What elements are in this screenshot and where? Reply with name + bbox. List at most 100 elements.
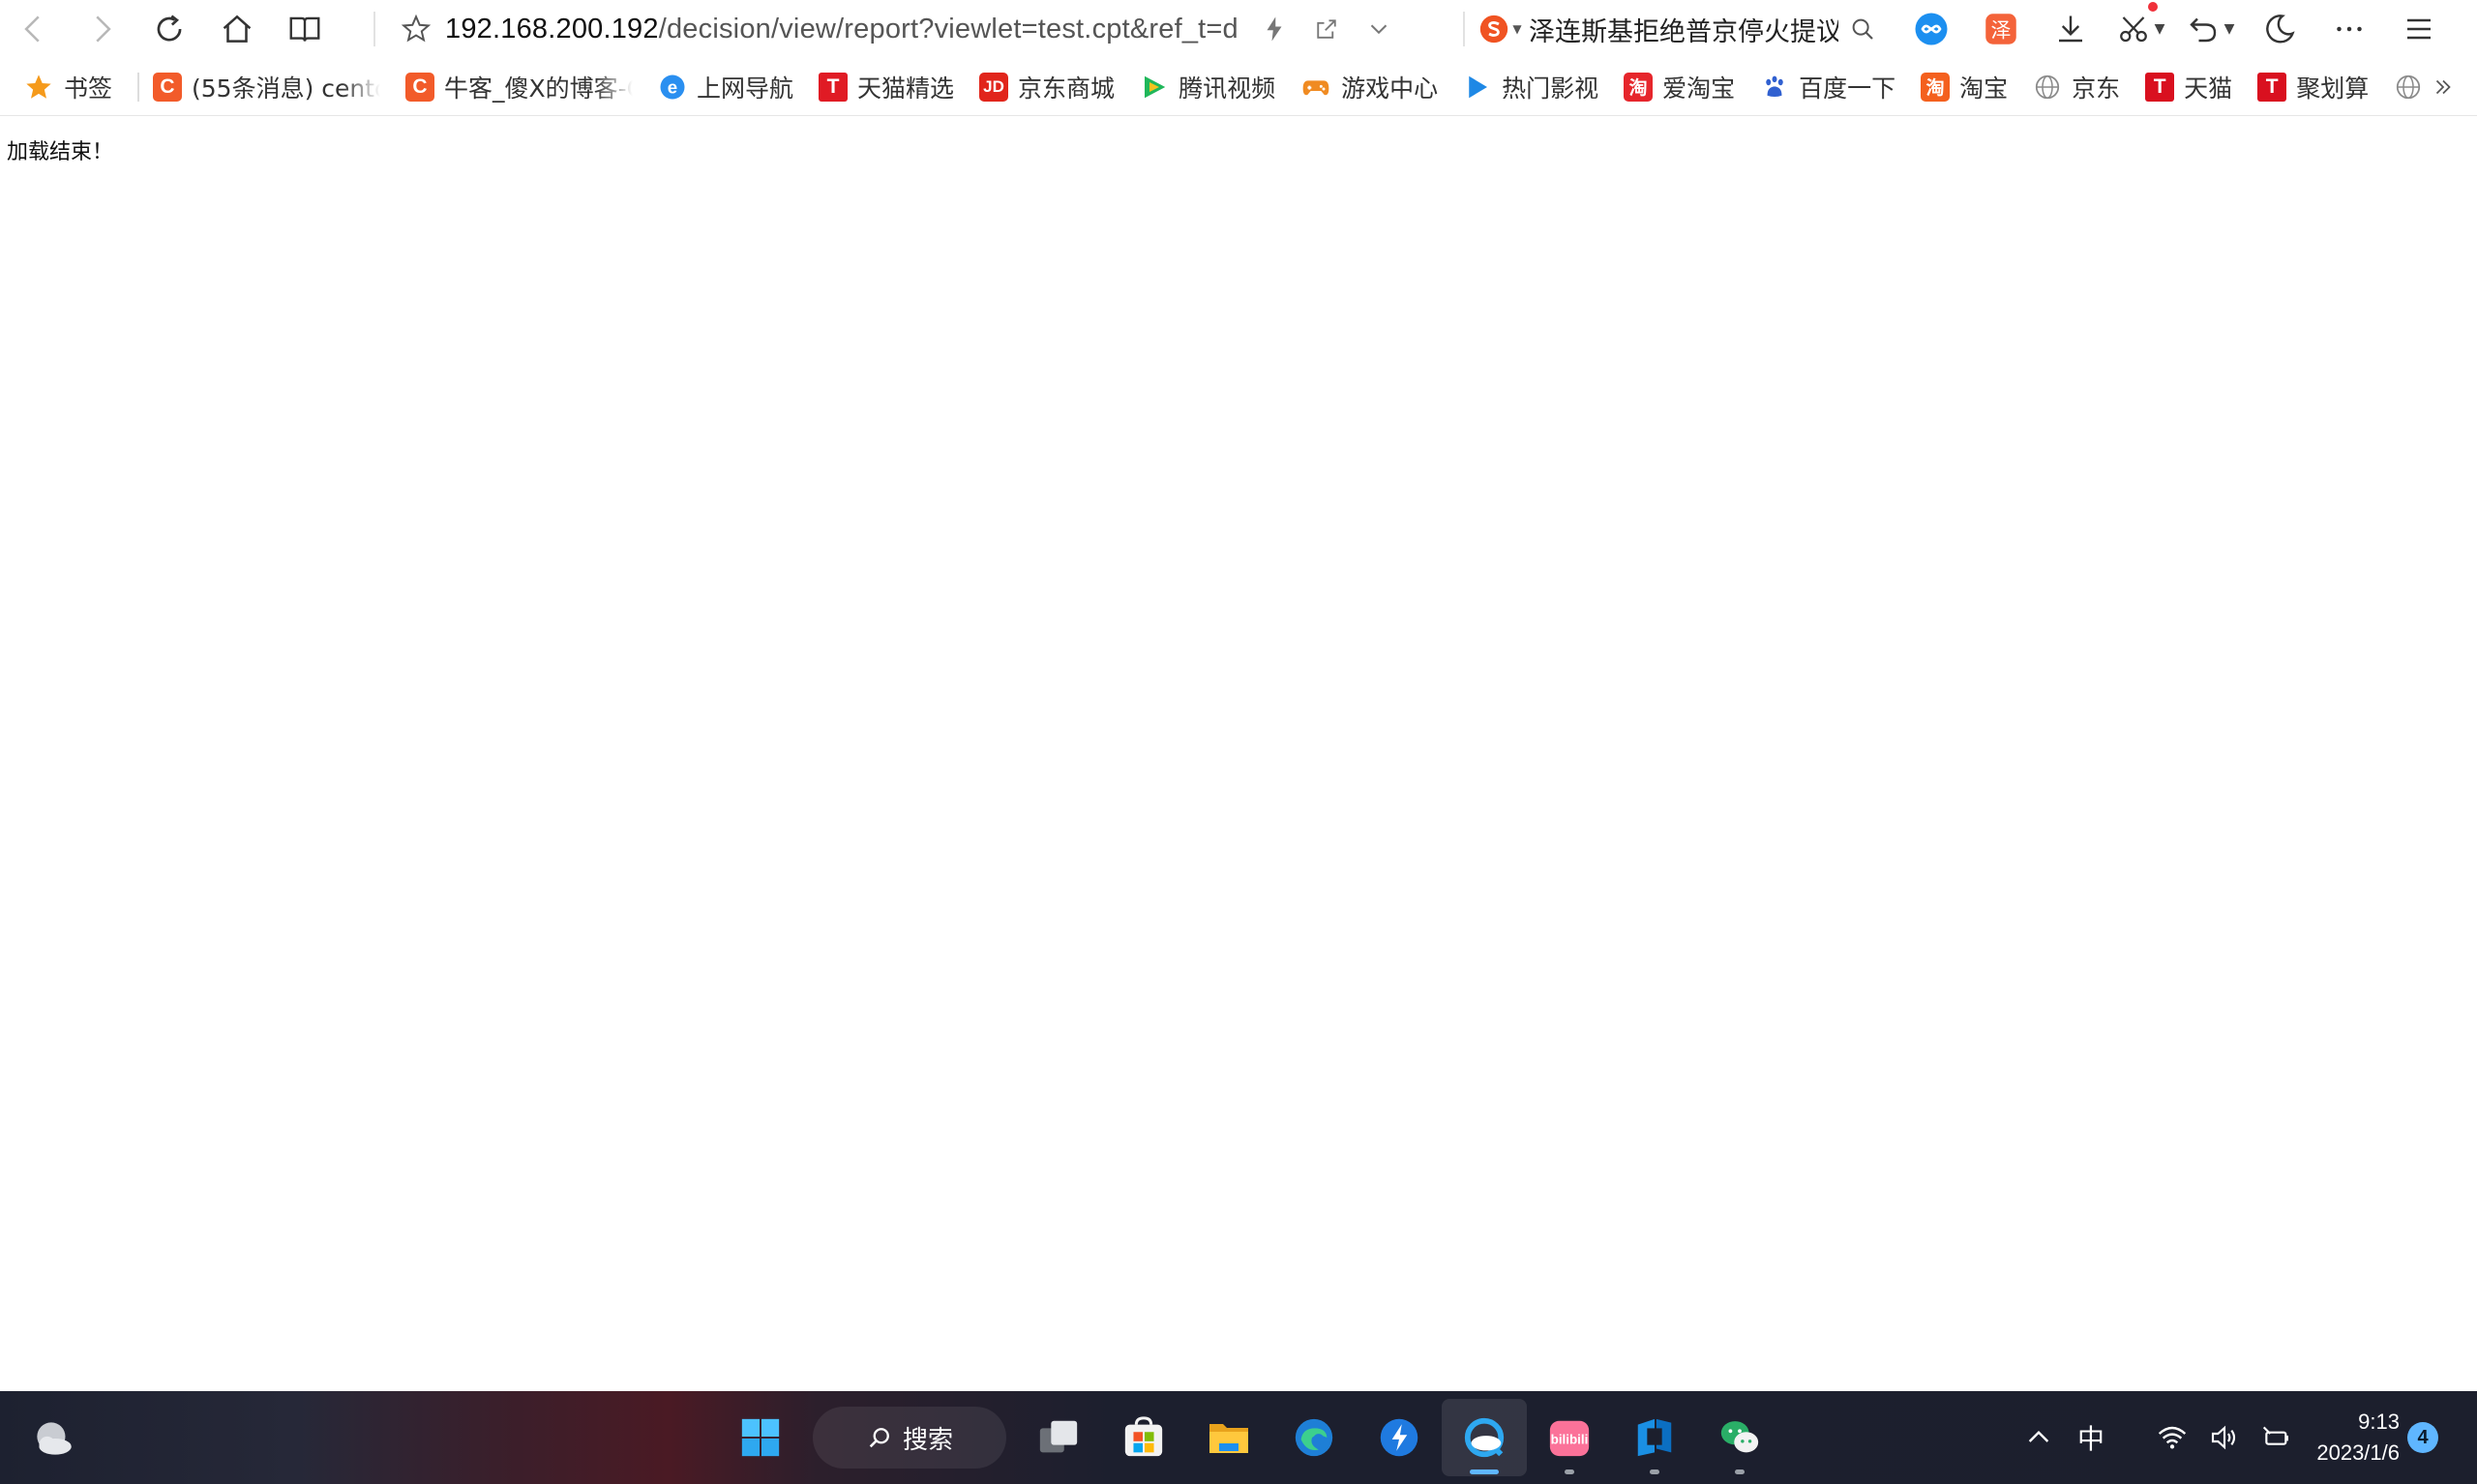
store-button[interactable] xyxy=(1101,1391,1186,1484)
infinity-icon xyxy=(1915,13,1948,45)
reload-button[interactable] xyxy=(135,0,203,58)
caret-icon: ▼ xyxy=(2223,21,2235,37)
bookmark-label: 京东商城 xyxy=(1018,74,1116,103)
csdn-icon: C xyxy=(153,72,183,102)
bookmark-item[interactable]: C 牛客_傻X的博客-C xyxy=(405,58,633,116)
browser-button[interactable] xyxy=(1442,1399,1527,1476)
csdn-icon: C xyxy=(405,72,435,102)
clock[interactable]: 9:13 2023/1/6 xyxy=(2283,1407,2400,1469)
bookmarks-bar: 书签 C (55条消息) centos C 牛客_傻X的博客-C e 上网导航 … xyxy=(0,58,2477,116)
running-indicator xyxy=(1650,1469,1659,1474)
app-icon xyxy=(1637,1418,1672,1457)
bookmark-star-button[interactable] xyxy=(387,13,445,45)
night-mode-button[interactable] xyxy=(2245,0,2314,58)
windows-start-icon xyxy=(741,1418,780,1457)
ie-icon: e xyxy=(660,74,685,99)
bookmark-item[interactable]: 热门影视 xyxy=(1463,58,1598,116)
bookmark-label: 书签 xyxy=(64,74,113,103)
toolbar-right: 泽 ▼ ▼ xyxy=(1896,0,2454,58)
taobao-icon: 淘 xyxy=(1921,72,1951,102)
start-button[interactable] xyxy=(718,1391,803,1484)
search-engine-selector[interactable]: ▼ xyxy=(1471,13,1529,45)
bookmark-label: 上网导航 xyxy=(697,74,794,103)
bookmark-label: (55条消息) centos xyxy=(192,74,380,103)
edge-icon xyxy=(1295,1418,1333,1457)
feishu-button[interactable] xyxy=(1357,1391,1442,1484)
wechat-icon xyxy=(1720,1421,1759,1453)
file-explorer-button[interactable] xyxy=(1186,1391,1271,1484)
forward-button[interactable] xyxy=(68,0,135,58)
scissors-icon xyxy=(2119,16,2147,43)
bookmark-label: 淘宝 xyxy=(1959,74,2009,103)
show-hidden-icons-button[interactable] xyxy=(2013,1391,2065,1484)
lightning-icon xyxy=(1267,16,1282,42)
undo-icon xyxy=(2189,17,2216,43)
bookmark-item[interactable]: JD 京东商城 xyxy=(979,58,1115,116)
bookmark-label: 爱淘宝 xyxy=(1662,74,1736,103)
chevron-left-icon xyxy=(24,15,40,43)
toolbar-divider xyxy=(1463,12,1465,46)
reader-button[interactable] xyxy=(271,0,339,58)
bookmark-label: 热门影视 xyxy=(1502,74,1599,103)
sogou-icon xyxy=(1480,15,1508,44)
wechat-button[interactable] xyxy=(1697,1391,1782,1484)
edge-button[interactable] xyxy=(1271,1391,1357,1484)
search-input[interactable]: 泽连斯基拒绝普京停火提议 xyxy=(1529,11,1838,48)
screenshot-button[interactable]: ▼ xyxy=(2105,0,2175,58)
clock-date: 2023/1/6 xyxy=(2316,1440,2400,1465)
back-button[interactable] xyxy=(0,0,68,58)
bookmark-item[interactable]: C (55条消息) centos xyxy=(153,58,380,116)
task-view-button[interactable] xyxy=(1016,1391,1101,1484)
bookmark-item[interactable]: T 天猫精选 xyxy=(819,58,954,116)
search-icon xyxy=(1852,18,1873,40)
weather-widget[interactable] xyxy=(29,1414,77,1463)
address-bar[interactable]: 192.168.200.192/decision/view/report?vie… xyxy=(387,0,1461,58)
taskbar: 搜索 bilibili 中 9:13 2023/1/6 4 xyxy=(0,1391,2477,1484)
system-tray: 中 xyxy=(2013,1391,2303,1484)
undo-button[interactable]: ▼ xyxy=(2175,0,2245,58)
speed-mode-button[interactable] xyxy=(1248,15,1300,44)
search-button[interactable] xyxy=(1838,15,1887,44)
volume-button[interactable] xyxy=(2198,1391,2251,1484)
reload-icon xyxy=(157,15,182,42)
bookmark-item[interactable] xyxy=(2394,58,2423,116)
bookmark-folder[interactable]: 书签 xyxy=(23,58,112,116)
bookmarks-divider xyxy=(137,72,140,102)
menu-button[interactable] xyxy=(2384,0,2454,58)
address-dropdown-button[interactable] xyxy=(1353,15,1405,44)
wifi-button[interactable] xyxy=(2146,1391,2198,1484)
bilibili-button[interactable]: bilibili xyxy=(1527,1391,1612,1484)
more-horizontal-icon xyxy=(2337,26,2362,32)
bookmark-item[interactable]: T 天猫 xyxy=(2145,58,2232,116)
notification-badge[interactable]: 4 xyxy=(2407,1422,2438,1453)
bookmark-item[interactable]: e 上网导航 xyxy=(658,58,793,116)
translate-button[interactable]: 泽 xyxy=(1966,0,2036,58)
tray-spacer xyxy=(2117,1391,2146,1484)
bookmark-item[interactable]: 游戏中心 xyxy=(1300,58,1438,116)
tmall-icon: T xyxy=(2145,72,2175,102)
bookmarks-overflow-button[interactable] xyxy=(2431,58,2456,116)
bookmark-item[interactable]: 淘 爱淘宝 xyxy=(1624,58,1735,116)
search-box[interactable]: ▼ 泽连斯基拒绝普京停火提议 xyxy=(1471,0,1896,58)
taskbar-apps: 搜索 bilibili xyxy=(718,1391,1782,1484)
taskbar-search[interactable]: 搜索 xyxy=(813,1407,1006,1469)
star-icon xyxy=(26,74,51,99)
home-button[interactable] xyxy=(203,0,271,58)
bookmark-item[interactable]: 淘 淘宝 xyxy=(1921,58,2008,116)
download-button[interactable] xyxy=(2036,0,2105,58)
input-method-indicator[interactable]: 中 xyxy=(2065,1391,2117,1484)
extension-button[interactable] xyxy=(1896,0,1966,58)
download-icon xyxy=(2059,15,2082,43)
home-icon xyxy=(223,15,252,43)
bookmark-item[interactable]: 京东 xyxy=(2033,58,2120,116)
svg-text:泽: 泽 xyxy=(1991,18,2012,42)
bookmark-item[interactable]: T 聚划算 xyxy=(2257,58,2369,116)
url-text[interactable]: 192.168.200.192/decision/view/report?vie… xyxy=(445,14,1248,45)
baidu-paw-icon xyxy=(1766,75,1783,97)
bookmark-item[interactable]: 腾讯视频 xyxy=(1140,58,1275,116)
app-button[interactable] xyxy=(1612,1391,1697,1484)
bookmark-item[interactable]: 百度一下 xyxy=(1760,58,1895,116)
more-button[interactable] xyxy=(2314,0,2384,58)
svg-text:bilibili: bilibili xyxy=(1551,1433,1589,1447)
share-button[interactable] xyxy=(1300,15,1353,44)
